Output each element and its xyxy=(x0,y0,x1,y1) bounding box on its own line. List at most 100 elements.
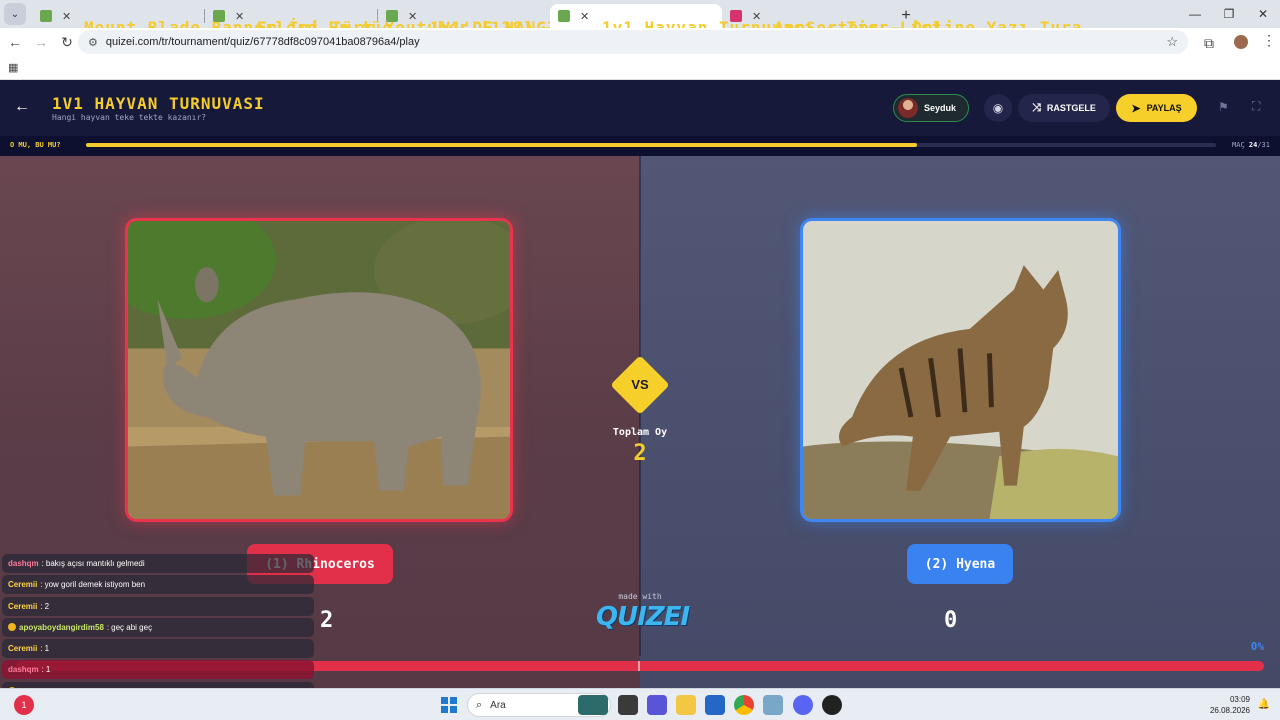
settings-icon[interactable] xyxy=(763,695,783,715)
forward-nav-icon[interactable]: → xyxy=(28,29,54,55)
tab-close-icon[interactable]: ✕ xyxy=(408,10,417,23)
chat-separator: : xyxy=(40,601,43,611)
apps-grid-icon[interactable]: ▦ xyxy=(8,61,18,74)
clock-date: 26.08.2026 xyxy=(1209,706,1250,715)
share-button[interactable]: ➤ PAYLAŞ xyxy=(1116,94,1197,122)
eye-icon[interactable]: ◉ xyxy=(984,94,1012,122)
page-title: 1V1 HAYVAN TURNUVASI xyxy=(52,94,265,113)
chat-separator: : xyxy=(40,580,43,590)
tab-favicon-icon xyxy=(213,10,225,22)
reload-icon[interactable]: ↻ xyxy=(54,29,80,55)
address-bar[interactable]: ⚙ quizei.com/tr/tournament/quiz/67778df8… xyxy=(78,30,1188,54)
browser-tab[interactable]: Mount Blade Bannerlord En güç✕ xyxy=(32,4,391,37)
browser-tab[interactable]: 1v1 Hayvan Turnuvası - Tier List✕ xyxy=(550,4,941,37)
hyena-choice-button[interactable]: (2) Hyena xyxy=(907,544,1013,584)
match-prefix: MAÇ xyxy=(1232,141,1245,149)
profile-avatar[interactable] xyxy=(1234,35,1248,49)
tab-close-icon[interactable]: ✕ xyxy=(235,10,244,23)
hyena-picture xyxy=(803,221,1118,519)
minimize-icon[interactable]: — xyxy=(1178,0,1212,28)
windows-taskbar: 1 ⌕ Ara 03:09 26.08.2026 🔔 xyxy=(0,688,1280,720)
extensions-icon[interactable]: ⧉ xyxy=(1196,30,1222,56)
chat-text: 1 xyxy=(44,644,50,654)
hyena-percent: 0% xyxy=(1250,640,1264,653)
tab-close-icon[interactable]: ✕ xyxy=(62,10,71,23)
report-flag-icon[interactable]: ⚑ xyxy=(1218,100,1229,114)
file-explorer-icon[interactable] xyxy=(676,695,696,715)
chat-username: apoyaboydangirdim58 xyxy=(19,622,104,632)
vs-text: VS xyxy=(631,377,649,392)
close-window-icon[interactable]: ✕ xyxy=(1246,0,1280,28)
system-clock[interactable]: 03:09 26.08.2026 xyxy=(1210,694,1250,716)
task-view-icon[interactable] xyxy=(618,695,638,715)
chat-text: yow goril demek istiyom ben xyxy=(44,580,146,590)
browser-tab[interactable]: En İyi Türk Youtuber [128] - Tier✕ xyxy=(205,4,607,37)
chat-text: geç abi geç xyxy=(111,622,153,632)
match-total: /31 xyxy=(1257,141,1270,149)
chat-message: dashqm: bakış açısı mantıklı gelmedi xyxy=(2,554,314,573)
tab-search-dropdown[interactable]: ⌄ xyxy=(4,3,26,25)
progress-track xyxy=(86,143,1216,147)
hyena-image-card[interactable] xyxy=(800,218,1121,522)
chat-separator: : xyxy=(41,665,44,675)
notification-badge-icon[interactable]: 1 xyxy=(14,695,34,715)
total-votes-label: Toplam Oy xyxy=(612,427,668,438)
progress-label: O MU, BU MU? xyxy=(10,141,61,149)
match-counter: MAÇ 24/31 xyxy=(1232,141,1270,149)
tab-favicon-icon xyxy=(558,10,570,22)
chat-text: 2 xyxy=(44,601,50,611)
tab-favicon-icon xyxy=(386,10,398,22)
chat-username: dashqm xyxy=(8,665,39,675)
chat-username: Ceremii xyxy=(8,580,38,590)
discord-icon[interactable] xyxy=(793,695,813,715)
browser-toolbar: ← → ↻ ⚙ quizei.com/tr/tournament/quiz/67… xyxy=(0,28,1280,56)
avatar xyxy=(898,98,918,118)
browser-menu-icon[interactable]: ⋮ xyxy=(1262,32,1276,49)
chat-separator: : xyxy=(40,644,43,654)
window-controls: — ❐ ✕ xyxy=(1178,0,1280,28)
back-nav-icon[interactable]: ← xyxy=(2,29,28,55)
browser-tab[interactable]: 1V1'DE HANGİ RAPÇİ DÖVER -✕ xyxy=(378,4,705,37)
copilot-icon[interactable] xyxy=(647,695,667,715)
restore-icon[interactable]: ❐ xyxy=(1212,0,1246,28)
obs-icon[interactable] xyxy=(822,695,842,715)
vote-bar-midpoint xyxy=(638,661,640,671)
user-profile-pill[interactable]: Seyduk xyxy=(893,94,969,122)
browser-tab-bar: ⌄ Mount Blade Bannerlord En güç✕En İyi T… xyxy=(0,0,1280,37)
windows-start-icon[interactable] xyxy=(441,697,457,713)
send-icon: ➤ xyxy=(1131,102,1141,115)
rhinoceros-image-card[interactable] xyxy=(125,218,513,522)
shuffle-icon: ⤨ xyxy=(1032,101,1041,114)
chat-separator: : xyxy=(41,559,44,568)
tab-close-icon[interactable]: ✕ xyxy=(752,10,761,23)
fullscreen-icon[interactable]: ⛶ xyxy=(1252,99,1260,114)
chat-message: Ceremii: 1 xyxy=(2,639,314,659)
rhinoceros-vote-count: 2 xyxy=(320,608,334,633)
chat-message: apoyaboydangirdim58: geç abi geç xyxy=(2,617,314,637)
back-arrow-icon[interactable]: ← xyxy=(14,98,30,116)
random-label: RASTGELE xyxy=(1046,103,1096,113)
live-chat-overlay: dashqm: bakış açısı mantıklı gelmedi Cere… xyxy=(2,554,314,688)
quizei-logo[interactable]: QUIZEI xyxy=(596,602,690,632)
tab-close-icon[interactable]: ✕ xyxy=(580,10,589,23)
subscriber-badge-icon xyxy=(8,623,16,632)
store-icon[interactable] xyxy=(705,695,725,715)
page-subtitle: Hangi hayvan teke tekte kazanır? xyxy=(52,113,207,122)
quiz-header: ← 1V1 HAYVAN TURNUVASI Hangi hayvan teke… xyxy=(0,80,1280,136)
chat-username: Ceremii xyxy=(8,601,38,611)
total-votes-value: 2 xyxy=(633,441,647,466)
progress-fill xyxy=(86,143,917,147)
widget-app-icon[interactable] xyxy=(578,695,608,715)
url-text: quizei.com/tr/tournament/quiz/67778df8c0… xyxy=(105,36,420,48)
chat-message: dashqm: 1 xyxy=(2,660,314,680)
user-name: Seyduk xyxy=(924,103,957,113)
site-info-icon[interactable]: ⚙ xyxy=(88,36,98,49)
random-button[interactable]: ⤨ RASTGELE xyxy=(1018,94,1110,122)
chat-text: 1 xyxy=(45,665,51,675)
chrome-icon[interactable] xyxy=(734,695,754,715)
notification-bell-icon[interactable]: 🔔 xyxy=(1258,699,1270,710)
browser-tab[interactable]: AppSorteos – Online Yazı Tura✕ xyxy=(722,4,1081,37)
hyena-vote-count: 0 xyxy=(944,608,958,633)
bookmark-star-icon[interactable]: ☆ xyxy=(1166,34,1178,50)
match-progress: O MU, BU MU? MAÇ 24/31 xyxy=(0,136,1280,156)
